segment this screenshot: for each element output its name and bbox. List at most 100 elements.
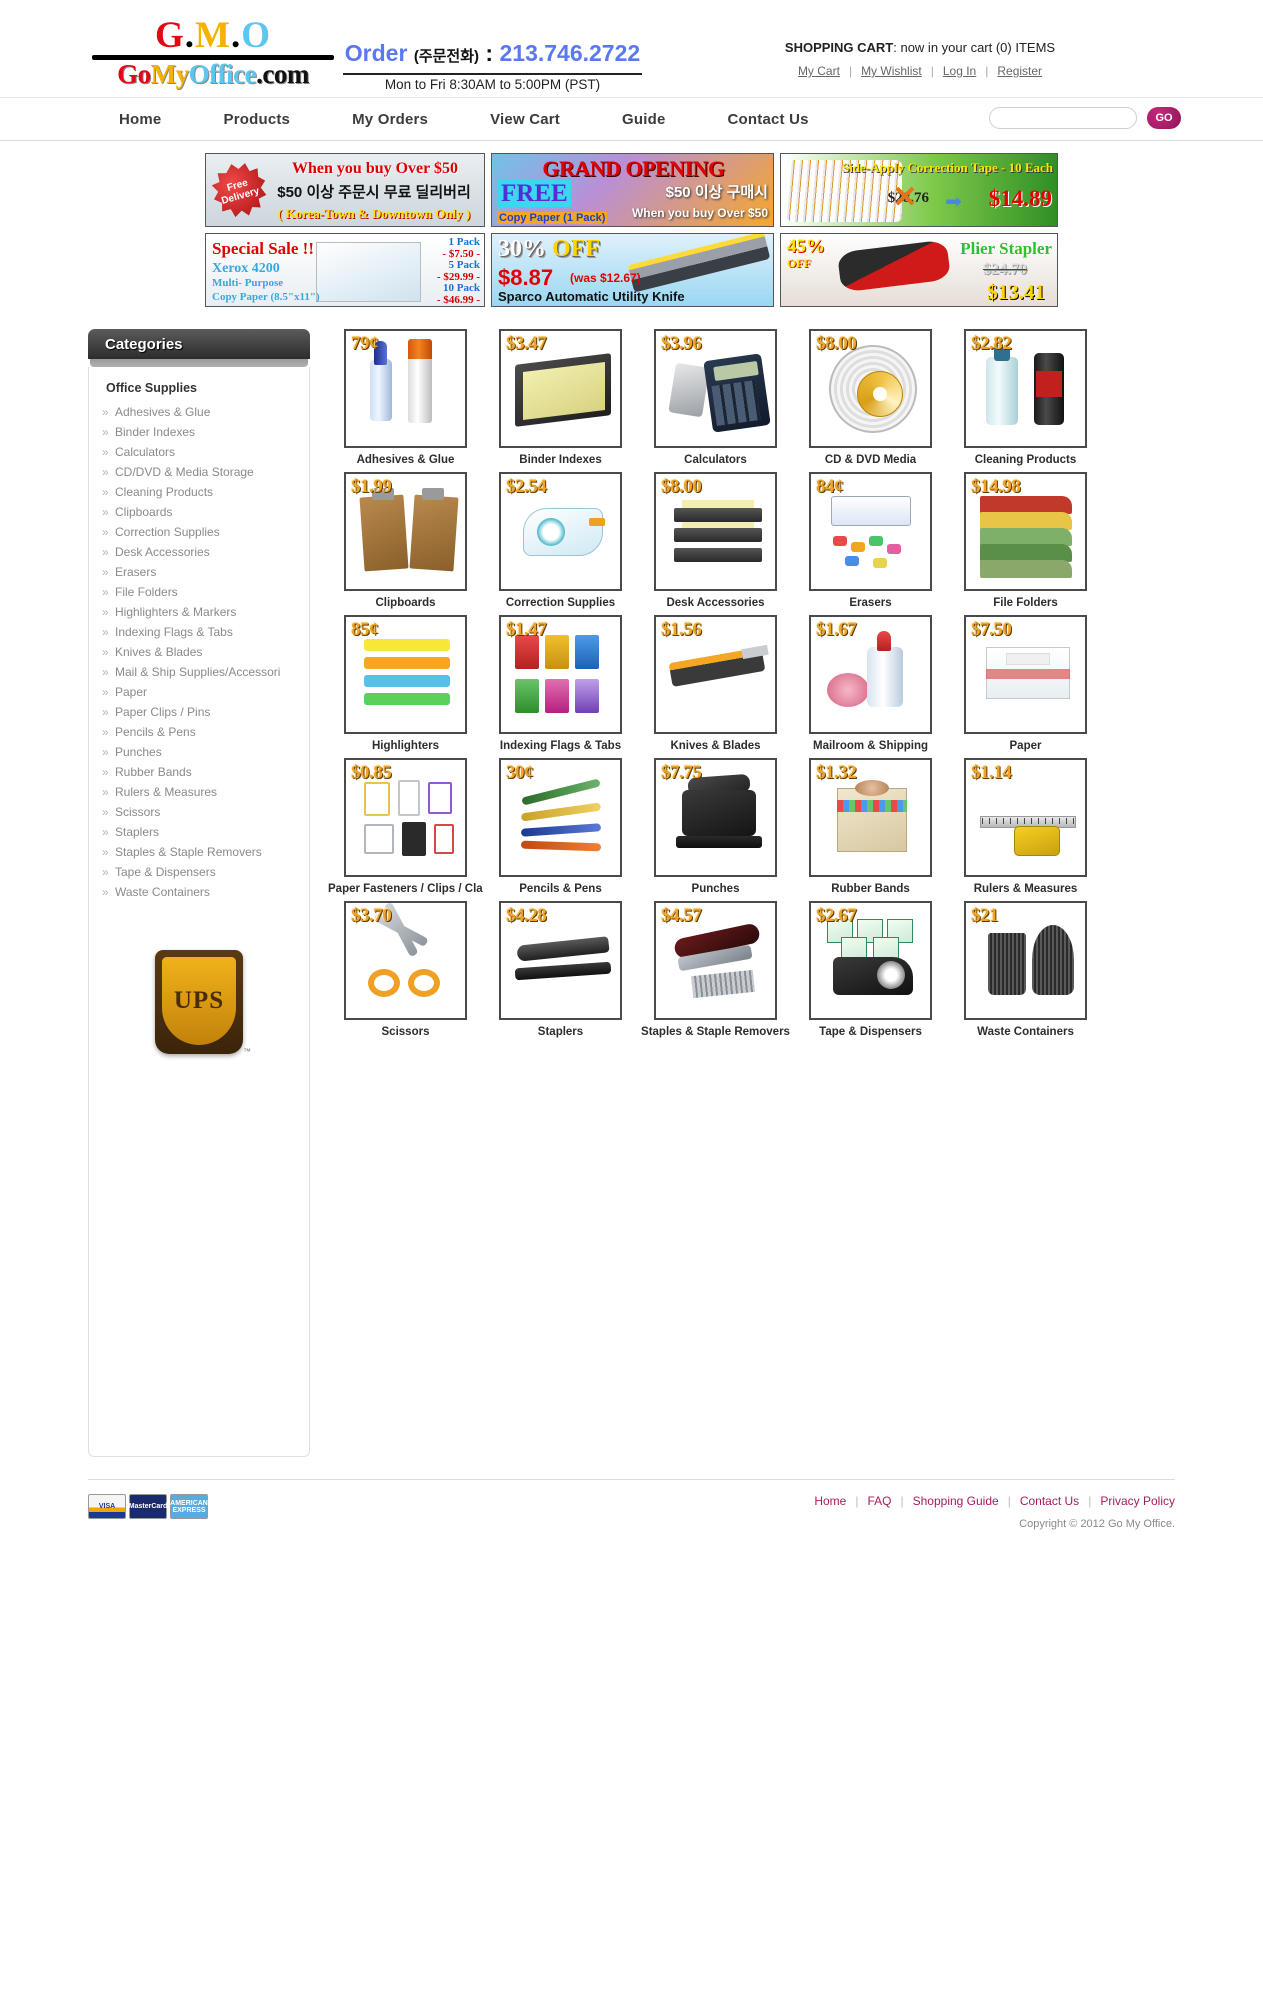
sidebar-category-item[interactable]: » Paper bbox=[89, 682, 309, 702]
product-tile[interactable]: $1.67 Mailroom & Shipping bbox=[793, 615, 948, 752]
product-image-box[interactable]: $3.70 bbox=[344, 901, 467, 1020]
nav-item-products[interactable]: Products bbox=[192, 111, 321, 128]
product-image-box[interactable]: $1.14 bbox=[964, 758, 1087, 877]
banner-correction-tape[interactable]: Side-Apply Correction Tape - 10 Each $28… bbox=[780, 153, 1058, 227]
product-tile[interactable]: $4.28 Staplers bbox=[483, 901, 638, 1038]
product-image-box[interactable]: $14.98 bbox=[964, 472, 1087, 591]
product-image-box[interactable]: $1.99 bbox=[344, 472, 467, 591]
sidebar-category-item[interactable]: » Erasers bbox=[89, 562, 309, 582]
search-input[interactable] bbox=[989, 107, 1137, 129]
sidebar-category-item[interactable]: » Calculators bbox=[89, 442, 309, 462]
product-image-box[interactable]: 30¢ bbox=[499, 758, 622, 877]
sidebar-category-item[interactable]: » Staplers bbox=[89, 822, 309, 842]
product-tile[interactable]: $21 Waste Containers bbox=[948, 901, 1103, 1038]
nav-item-contact-us[interactable]: Contact Us bbox=[697, 111, 840, 128]
footer-link-contact-us[interactable]: Contact Us bbox=[1020, 1494, 1079, 1508]
product-tile[interactable]: $8.00 CD & DVD Media bbox=[793, 329, 948, 466]
product-image-box[interactable]: $2.67 bbox=[809, 901, 932, 1020]
product-tile[interactable]: $14.98 File Folders bbox=[948, 472, 1103, 609]
product-tile[interactable]: $1.47 Indexing Flags & Tabs bbox=[483, 615, 638, 752]
footer-link-shopping-guide[interactable]: Shopping Guide bbox=[913, 1494, 999, 1508]
product-tile[interactable]: 30¢ Pencils & Pens bbox=[483, 758, 638, 895]
sidebar-category-item[interactable]: » Adhesives & Glue bbox=[89, 402, 309, 422]
product-tile[interactable]: $1.14 Rulers & Measures bbox=[948, 758, 1103, 895]
banner-plier-stapler[interactable]: 45% OFF Plier Stapler $24.70 $13.41 bbox=[780, 233, 1058, 307]
product-tile[interactable]: $1.99 Clipboards bbox=[328, 472, 483, 609]
my-cart-link[interactable]: My Cart bbox=[798, 64, 840, 78]
sidebar-category-item[interactable]: » Staples & Staple Removers bbox=[89, 842, 309, 862]
sidebar-category-item[interactable]: » Highlighters & Markers bbox=[89, 602, 309, 622]
sidebar-category-item[interactable]: » Pencils & Pens bbox=[89, 722, 309, 742]
sidebar-category-item[interactable]: » Desk Accessories bbox=[89, 542, 309, 562]
product-image-box[interactable]: $1.67 bbox=[809, 615, 932, 734]
banner-grand-opening[interactable]: GRAND OPENING FREE Copy Paper (1 Pack) $… bbox=[491, 153, 774, 227]
cart-count-text: : now in your cart (0) ITEMS bbox=[893, 40, 1056, 55]
nav-item-my-orders[interactable]: My Orders bbox=[321, 111, 459, 128]
sidebar-category-item[interactable]: » Cleaning Products bbox=[89, 482, 309, 502]
sidebar-category-item[interactable]: » Indexing Flags & Tabs bbox=[89, 622, 309, 642]
banner-xerox-paper[interactable]: Special Sale !! Xerox 4200 Multi- Purpos… bbox=[205, 233, 485, 307]
sidebar-category-item[interactable]: » Rubber Bands bbox=[89, 762, 309, 782]
product-image-box[interactable]: $21 bbox=[964, 901, 1087, 1020]
product-image-box[interactable]: $1.56 bbox=[654, 615, 777, 734]
nav-item-home[interactable]: Home bbox=[88, 111, 192, 128]
product-tile[interactable]: $1.56 Knives & Blades bbox=[638, 615, 793, 752]
footer-link-faq[interactable]: FAQ bbox=[867, 1494, 891, 1508]
sidebar-category-item[interactable]: » Paper Clips / Pins bbox=[89, 702, 309, 722]
product-image-box[interactable]: $7.75 bbox=[654, 758, 777, 877]
sidebar-category-item[interactable]: » Rulers & Measures bbox=[89, 782, 309, 802]
product-tile[interactable]: $2.82 Cleaning Products bbox=[948, 329, 1103, 466]
banner-utility-knife[interactable]: 30% OFF $8.87 (was $12.67) Sparco Automa… bbox=[491, 233, 774, 307]
product-tile[interactable]: $3.70 Scissors bbox=[328, 901, 483, 1038]
register-link[interactable]: Register bbox=[997, 64, 1042, 78]
nav-item-view-cart[interactable]: View Cart bbox=[459, 111, 591, 128]
sidebar-category-item[interactable]: » Correction Supplies bbox=[89, 522, 309, 542]
product-tile[interactable]: $0.85 Paper Fasteners / Clips / Clam bbox=[328, 758, 483, 895]
site-logo[interactable]: G.M.O GoMyOffice.com bbox=[88, 17, 338, 88]
product-image-box[interactable]: $1.47 bbox=[499, 615, 622, 734]
sidebar-category-item[interactable]: » Binder Indexes bbox=[89, 422, 309, 442]
product-tile[interactable]: $1.32 Rubber Bands bbox=[793, 758, 948, 895]
product-tile[interactable]: $3.96 Calculators bbox=[638, 329, 793, 466]
product-tile[interactable]: 85¢ Highlighters bbox=[328, 615, 483, 752]
sidebar-category-item[interactable]: » File Folders bbox=[89, 582, 309, 602]
sidebar-category-item[interactable]: » CD/DVD & Media Storage bbox=[89, 462, 309, 482]
sidebar-category-item[interactable]: » Punches bbox=[89, 742, 309, 762]
sidebar-category-item[interactable]: » Mail & Ship Supplies/Accessori bbox=[89, 662, 309, 682]
nav-item-guide[interactable]: Guide bbox=[591, 111, 697, 128]
product-tile[interactable]: $7.75 Punches bbox=[638, 758, 793, 895]
sidebar-category-item[interactable]: » Tape & Dispensers bbox=[89, 862, 309, 882]
my-wishlist-link[interactable]: My Wishlist bbox=[861, 64, 922, 78]
sidebar-category-item[interactable]: » Scissors bbox=[89, 802, 309, 822]
footer-link-home[interactable]: Home bbox=[814, 1494, 846, 1508]
product-image-box[interactable]: $7.50 bbox=[964, 615, 1087, 734]
product-image-box[interactable]: 79¢ bbox=[344, 329, 467, 448]
product-tile[interactable]: $2.54 Correction Supplies bbox=[483, 472, 638, 609]
sidebar-category-item[interactable]: » Clipboards bbox=[89, 502, 309, 522]
product-tile[interactable]: $3.47 Binder Indexes bbox=[483, 329, 638, 466]
product-tile[interactable]: 84¢ Erasers bbox=[793, 472, 948, 609]
product-image-box[interactable]: $1.32 bbox=[809, 758, 932, 877]
product-image-box[interactable]: $3.47 bbox=[499, 329, 622, 448]
product-image-box[interactable]: 84¢ bbox=[809, 472, 932, 591]
product-image-box[interactable]: $3.96 bbox=[654, 329, 777, 448]
log-in-link[interactable]: Log In bbox=[943, 64, 976, 78]
product-image-box[interactable]: $4.28 bbox=[499, 901, 622, 1020]
product-tile[interactable]: 79¢ Adhesives & Glue bbox=[328, 329, 483, 466]
product-tile[interactable]: $7.50 Paper bbox=[948, 615, 1103, 752]
product-image-box[interactable]: $2.82 bbox=[964, 329, 1087, 448]
product-tile[interactable]: $4.57 Staples & Staple Removers bbox=[638, 901, 793, 1038]
footer-link-privacy-policy[interactable]: Privacy Policy bbox=[1100, 1494, 1175, 1508]
product-image-box[interactable]: 85¢ bbox=[344, 615, 467, 734]
product-tile[interactable]: $2.67 Tape & Dispensers bbox=[793, 901, 948, 1038]
product-image-box[interactable]: $8.00 bbox=[654, 472, 777, 591]
product-tile[interactable]: $8.00 Desk Accessories bbox=[638, 472, 793, 609]
product-image-box[interactable]: $2.54 bbox=[499, 472, 622, 591]
sidebar-category-item[interactable]: » Knives & Blades bbox=[89, 642, 309, 662]
search-go-button[interactable]: GO bbox=[1147, 107, 1181, 129]
product-image-box[interactable]: $0.85 bbox=[344, 758, 467, 877]
banner-free-delivery[interactable]: Free Delivery When you buy Over $50 $50 … bbox=[205, 153, 485, 227]
product-image-box[interactable]: $4.57 bbox=[654, 901, 777, 1020]
sidebar-category-item[interactable]: » Waste Containers bbox=[89, 882, 309, 902]
product-image-box[interactable]: $8.00 bbox=[809, 329, 932, 448]
